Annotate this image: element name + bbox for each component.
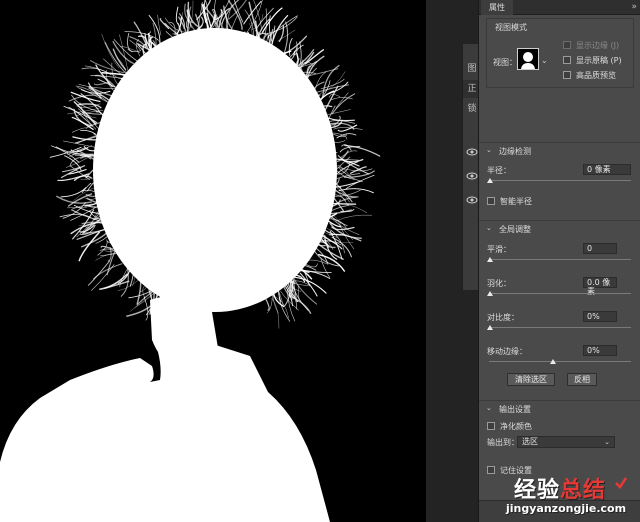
hair-strand — [328, 202, 357, 205]
high-quality-preview-checkbox[interactable] — [563, 71, 571, 79]
invert-button[interactable]: 反相 — [567, 373, 597, 386]
section-chevron-icon: ⌄ — [486, 224, 492, 232]
output-settings-section[interactable]: ⌄ 输出设置 — [479, 400, 640, 416]
hair-strand — [228, 0, 243, 31]
output-to-select[interactable]: 选区 ⌄ — [517, 436, 615, 448]
properties-header: 属性 » — [479, 0, 640, 15]
feather-label: 羽化： — [487, 279, 511, 288]
global-refinements-section[interactable]: ⌄ 全局调整 — [479, 220, 640, 236]
layer-visibility-eye-icon[interactable] — [466, 172, 478, 180]
smooth-slider[interactable] — [489, 259, 631, 260]
hair-strand — [332, 140, 346, 143]
hair-strand — [321, 85, 339, 116]
edge-detection-section[interactable]: ⌄ 边缘检测 — [479, 142, 640, 158]
show-original-checkbox[interactable] — [563, 56, 571, 64]
smooth-slider-thumb[interactable] — [487, 257, 493, 262]
hair-strand — [329, 93, 340, 98]
section-chevron-icon: ⌄ — [486, 146, 492, 154]
radius-label: 半径： — [487, 166, 511, 175]
hair-strand — [335, 92, 349, 109]
hair-strand — [288, 38, 293, 56]
hair-strand — [335, 214, 373, 222]
hair-strand — [95, 111, 104, 123]
shift-edge-label: 移动边缘： — [487, 347, 527, 356]
view-mode-title: 视图模式 — [495, 23, 527, 32]
view-mode-group: 视图模式 视图： ⌄ 显示边缘 (J) 显示原稿 (P) 高品质预览 — [486, 18, 634, 88]
global-refinements-title: 全局调整 — [499, 225, 531, 234]
watermark-url: jingyanzongjie.com — [506, 502, 627, 515]
smart-radius-checkbox[interactable] — [487, 197, 495, 205]
hair-strand — [80, 129, 96, 135]
watermark-logo: 经验总结 jingyanzongjie.com — [506, 470, 640, 522]
show-original-label: 显示原稿 (P) — [576, 56, 622, 65]
edge-detection-title: 边缘检测 — [499, 147, 531, 156]
hair-strand — [175, 6, 180, 25]
decontaminate-colors-label: 净化颜色 — [500, 422, 532, 431]
high-quality-preview-label: 高品质预览 — [576, 71, 616, 80]
hair-strand — [159, 18, 170, 30]
radius-input[interactable]: 0 像素 — [583, 164, 631, 175]
mask-silhouette — [0, 0, 381, 522]
hair-strand — [67, 206, 88, 209]
hair-strand — [101, 34, 120, 69]
radius-slider-thumb[interactable] — [487, 178, 493, 183]
radius-slider[interactable] — [489, 180, 631, 181]
contrast-slider-thumb[interactable] — [487, 325, 493, 330]
shift-edge-slider-thumb[interactable] — [550, 359, 556, 364]
smart-radius-label: 智能半径 — [500, 197, 532, 206]
hair-strand — [136, 281, 142, 305]
hair-strand — [87, 260, 111, 286]
view-dropdown-chevron-icon[interactable]: ⌄ — [541, 56, 548, 65]
hair-strand — [59, 213, 91, 218]
feather-slider-thumb[interactable] — [487, 291, 493, 296]
feather-input[interactable]: 0.0 像素 — [583, 277, 617, 296]
canvas-mask-preview[interactable] — [0, 0, 426, 522]
hair-strand — [129, 36, 145, 46]
chevron-down-icon: ⌄ — [604, 438, 610, 446]
section-chevron-icon: ⌄ — [486, 404, 492, 412]
collapse-panel-icon[interactable]: » — [631, 0, 637, 14]
output-settings-title: 输出设置 — [499, 405, 531, 414]
hair-strand — [326, 228, 338, 238]
smooth-input[interactable]: 0 — [583, 243, 617, 254]
feather-slider[interactable] — [489, 293, 631, 294]
shift-edge-input[interactable]: 0% — [583, 345, 617, 356]
layer-visibility-eye-icon[interactable] — [466, 148, 478, 156]
hair-strand — [265, 298, 270, 311]
hair-strand — [112, 41, 135, 65]
silhouette-icon — [521, 52, 535, 69]
view-thumbnail[interactable] — [517, 48, 539, 70]
contrast-label: 对比度： — [487, 313, 519, 322]
hair-strand — [339, 150, 358, 159]
contrast-input[interactable]: 0% — [583, 311, 617, 322]
output-to-value: 选区 — [522, 437, 538, 446]
view-label: 视图： — [493, 58, 517, 67]
contrast-slider[interactable] — [489, 327, 631, 328]
hair-strand — [331, 97, 353, 101]
properties-tab[interactable]: 属性 — [481, 0, 513, 15]
smooth-label: 平滑： — [487, 245, 511, 254]
properties-panel: 属性 » 视图模式 视图： ⌄ 显示边缘 (J) 显示原稿 (P) 高品质预览 … — [478, 0, 640, 522]
layer-visibility-eye-icon[interactable] — [466, 196, 478, 204]
show-edge-label: 显示边缘 (J) — [576, 41, 620, 50]
shift-edge-slider[interactable] — [489, 361, 631, 362]
decontaminate-colors-checkbox[interactable] — [487, 422, 495, 430]
output-to-label: 输出到： — [487, 438, 519, 447]
hair-strand — [84, 65, 117, 77]
remember-settings-checkbox[interactable] — [487, 466, 495, 474]
clear-selection-button[interactable]: 清除选区 — [507, 373, 555, 386]
hair-strand — [142, 285, 146, 299]
watermark-main-text: 经验总结 — [514, 478, 607, 503]
hair-strand — [136, 39, 141, 57]
show-edge-checkbox[interactable] — [563, 41, 571, 49]
checkmark-icon — [615, 477, 628, 489]
hair-strand — [277, 29, 296, 42]
